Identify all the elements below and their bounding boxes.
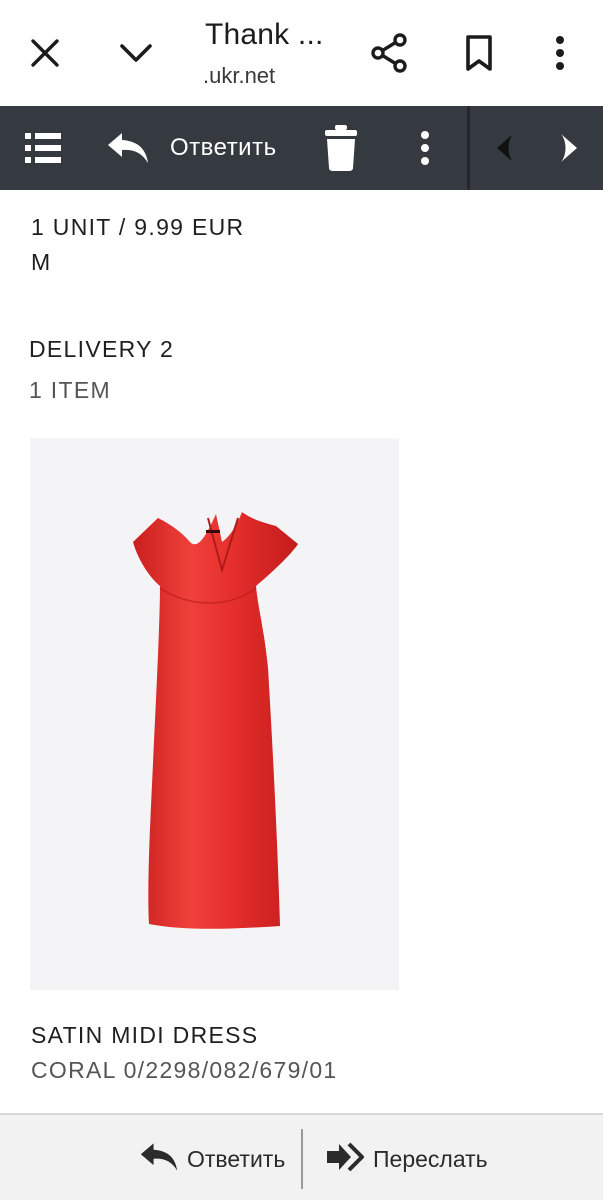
item-count: 1 ITEM (29, 377, 111, 403)
share-icon[interactable] (366, 30, 412, 76)
product-details: CORAL 0/2298/082/679/01 (31, 1057, 338, 1083)
page-title: Thank ... (205, 18, 324, 51)
delivery-heading: DELIVERY 2 (29, 336, 175, 362)
next-icon[interactable] (552, 126, 586, 170)
unit-price: 1 UNIT / 9.99 EUR (31, 214, 245, 240)
page-domain: .ukr.net (203, 63, 276, 88)
reply-icon[interactable] (138, 1139, 180, 1175)
product-name[interactable]: SATIN MIDI DRESS (31, 1022, 258, 1049)
dress-shape (133, 512, 298, 929)
close-icon[interactable] (22, 30, 68, 76)
previous-icon[interactable] (488, 126, 522, 170)
bottom-forward-button[interactable]: Переслать (373, 1146, 488, 1173)
forward-icon[interactable] (324, 1139, 366, 1175)
chevron-down-icon[interactable] (112, 30, 160, 76)
reply-icon[interactable] (104, 126, 152, 170)
bottom-reply-button[interactable]: Ответить (187, 1146, 285, 1173)
bottom-action-bar (0, 1113, 603, 1200)
toolbar-reply-button[interactable]: Ответить (170, 134, 277, 162)
trash-icon[interactable] (320, 122, 362, 174)
size-value: M (31, 249, 52, 275)
mail-toolbar (0, 106, 603, 190)
product-image[interactable] (30, 438, 399, 990)
list-menu-icon[interactable] (22, 126, 64, 170)
more-vertical-icon[interactable] (540, 30, 580, 76)
bookmark-icon[interactable] (456, 30, 502, 76)
toolbar-divider (467, 106, 470, 190)
bottom-divider (301, 1129, 303, 1189)
browser-top-bar: Thank ... .ukr.net (0, 0, 603, 106)
more-vertical-icon[interactable] (408, 126, 442, 170)
